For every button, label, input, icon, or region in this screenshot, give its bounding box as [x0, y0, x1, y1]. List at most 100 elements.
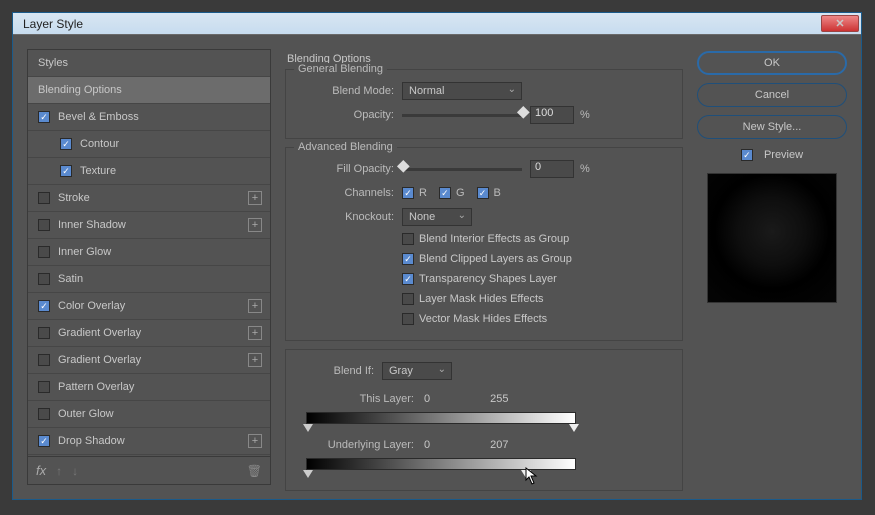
style-checkbox[interactable] [38, 111, 50, 123]
add-effect-icon[interactable]: + [248, 299, 262, 313]
titlebar[interactable]: Layer Style ✕ [13, 13, 861, 35]
opacity-input[interactable]: 100 [530, 106, 574, 124]
style-item-stroke[interactable]: Stroke+ [28, 185, 270, 212]
style-checkbox[interactable] [38, 327, 50, 339]
fill-opacity-slider[interactable] [402, 168, 522, 171]
option-checkbox[interactable] [402, 273, 414, 285]
styles-panel: Styles Blending Options Bevel & Emboss Cont… [27, 49, 271, 485]
style-label: Contour [80, 138, 119, 150]
ok-button[interactable]: OK [697, 51, 847, 75]
preview-label: Preview [764, 149, 803, 161]
style-checkbox[interactable] [38, 273, 50, 285]
fill-opacity-input[interactable]: 0 [530, 160, 574, 178]
style-item-texture[interactable]: Texture [28, 158, 270, 185]
preview-thumbnail [707, 173, 837, 303]
underlying-layer-range[interactable] [306, 458, 576, 470]
style-checkbox[interactable] [60, 165, 72, 177]
move-down-icon[interactable]: ↓ [72, 464, 78, 478]
style-label: Color Overlay [58, 300, 125, 312]
style-checkbox[interactable] [38, 300, 50, 312]
style-item-bevel-emboss[interactable]: Bevel & Emboss [28, 104, 270, 131]
style-item-outer-glow[interactable]: Outer Glow [28, 401, 270, 428]
style-checkbox[interactable] [38, 408, 50, 420]
preview-checkbox[interactable] [741, 149, 753, 161]
add-effect-icon[interactable]: + [248, 191, 262, 205]
knockout-label: Knockout: [296, 211, 402, 223]
opacity-label: Opacity: [296, 109, 402, 121]
style-checkbox[interactable] [38, 354, 50, 366]
blend-if-select[interactable]: Gray [382, 362, 452, 380]
right-panel: OK Cancel New Style... Preview [697, 49, 847, 485]
fill-opacity-label: Fill Opacity: [296, 163, 402, 175]
cancel-button[interactable]: Cancel [697, 83, 847, 107]
dialog-title: Layer Style [23, 17, 821, 31]
opacity-slider[interactable] [402, 114, 522, 117]
style-label: Bevel & Emboss [58, 111, 139, 123]
style-checkbox[interactable] [60, 138, 72, 150]
knockout-select[interactable]: None [402, 208, 472, 226]
option-checkbox[interactable] [402, 253, 414, 265]
style-label: Satin [58, 273, 83, 285]
style-item-blending-options[interactable]: Blending Options [28, 77, 270, 104]
style-item-contour[interactable]: Contour [28, 131, 270, 158]
channel-b-checkbox[interactable] [477, 187, 489, 199]
this-layer-range[interactable] [306, 412, 576, 424]
style-item-pattern-overlay[interactable]: Pattern Overlay [28, 374, 270, 401]
add-effect-icon[interactable]: + [248, 218, 262, 232]
channel-g-checkbox[interactable] [439, 187, 451, 199]
styles-footer: fx ↑ ↓ 🗑 [28, 456, 270, 484]
channel-r-checkbox[interactable] [402, 187, 414, 199]
style-checkbox[interactable] [38, 381, 50, 393]
style-item-gradient-overlay[interactable]: Gradient Overlay + [28, 347, 270, 374]
style-label: Texture [80, 165, 116, 177]
options-panel: Blending Options General Blending Blend … [285, 49, 683, 485]
option-checkbox[interactable] [402, 313, 414, 325]
option-label: Blend Interior Effects as Group [419, 233, 569, 245]
general-blending-group: General Blending Blend Mode: Normal Opac… [285, 69, 683, 139]
close-button[interactable]: ✕ [821, 15, 859, 32]
close-icon: ✕ [835, 17, 844, 30]
style-item-inner-glow[interactable]: Inner Glow [28, 239, 270, 266]
style-label: Pattern Overlay [58, 381, 134, 393]
underlying-layer-label: Underlying Layer: [296, 439, 424, 451]
add-effect-icon[interactable]: + [248, 434, 262, 448]
blend-mode-select[interactable]: Normal [402, 82, 522, 100]
style-checkbox[interactable] [38, 246, 50, 258]
range-thumb-low[interactable] [303, 470, 313, 478]
blend-if-label: Blend If: [296, 365, 382, 377]
style-item-gradient-overlay[interactable]: Gradient Overlay+ [28, 320, 270, 347]
style-label: Outer Glow [58, 408, 114, 420]
style-label: Blending Options [38, 84, 122, 96]
style-item-drop-shadow[interactable]: Drop Shadow + [28, 428, 270, 455]
style-item-inner-shadow[interactable]: Inner Shadow+ [28, 212, 270, 239]
opacity-unit: % [580, 109, 590, 121]
style-checkbox[interactable] [38, 192, 50, 204]
style-label: Drop Shadow [58, 435, 125, 447]
advanced-blending-group: Advanced Blending Fill Opacity: 0 % Chan… [285, 147, 683, 341]
style-label: Gradient Overlay [58, 354, 141, 366]
advanced-legend: Advanced Blending [294, 141, 397, 153]
new-style-button[interactable]: New Style... [697, 115, 847, 139]
range-thumb-low[interactable] [303, 424, 313, 432]
style-checkbox[interactable] [38, 435, 50, 447]
fx-icon[interactable]: fx [36, 463, 46, 478]
style-item-satin[interactable]: Satin [28, 266, 270, 293]
option-label: Vector Mask Hides Effects [419, 313, 547, 325]
range-thumb-high[interactable] [569, 424, 579, 432]
trash-icon[interactable]: 🗑 [247, 464, 262, 478]
styles-list: Styles Blending Options Bevel & Emboss Cont… [28, 50, 270, 456]
style-checkbox[interactable] [38, 219, 50, 231]
style-item-color-overlay[interactable]: Color Overlay + [28, 293, 270, 320]
add-effect-icon[interactable]: + [248, 353, 262, 367]
move-up-icon[interactable]: ↑ [56, 464, 62, 478]
range-thumb-high[interactable] [521, 470, 531, 478]
styles-header[interactable]: Styles [28, 50, 270, 77]
add-effect-icon[interactable]: + [248, 326, 262, 340]
option-checkbox[interactable] [402, 233, 414, 245]
style-label: Inner Glow [58, 246, 111, 258]
option-label: Blend Clipped Layers as Group [419, 253, 572, 265]
layer-style-dialog: Layer Style ✕ Styles Blending Options Beve… [12, 12, 862, 500]
option-checkbox[interactable] [402, 293, 414, 305]
this-layer-label: This Layer: [296, 393, 424, 405]
option-label: Transparency Shapes Layer [419, 273, 557, 285]
